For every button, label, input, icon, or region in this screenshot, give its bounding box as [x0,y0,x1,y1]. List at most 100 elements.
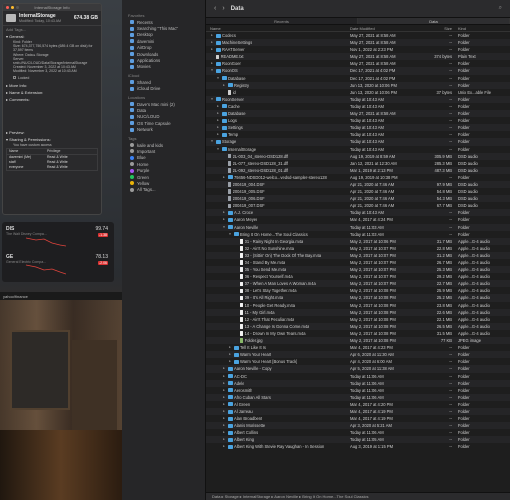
disclosure-triangle-icon[interactable]: ▸ [210,60,214,67]
file-row[interactable]: ▸ AC-DC Today at 11:06 AM -- Folder [206,373,510,380]
disclosure-triangle-icon[interactable]: ▸ [216,103,220,110]
forward-button[interactable]: › [222,5,224,12]
file-row[interactable]: 200419_006.DSF Apr 21, 2020 at 7:46 AM 54.… [206,195,510,203]
file-row[interactable]: 07 - When A Man Loves A Woman.m4a May 2, … [206,280,510,288]
permission-row[interactable]: everyone Read & Write [7,165,97,170]
file-row[interactable]: ▾ Bring It On Home...The Soul Classics Tod… [206,231,510,238]
preview-toggle[interactable]: ▸ Preview: [3,129,101,136]
disclosure-triangle-icon[interactable]: ▸ [222,174,226,181]
disclosure-triangle-icon[interactable]: ▾ [210,138,214,145]
file-row[interactable]: Folder.jpg May 2, 2017 at 10:08 PM 77 KB JP… [206,337,510,345]
close-window-button[interactable] [6,6,9,9]
stocks-widget[interactable]: DIS The Walt Disney Compa... 99.74 -1.38… [2,222,114,282]
minimize-window-button[interactable] [11,6,14,9]
disclosure-triangle-icon[interactable]: ▾ [216,146,220,153]
file-row[interactable]: 200419_004.DSF Apr 21, 2020 at 7:46 AM 97.… [206,180,510,189]
disclosure-triangle-icon[interactable]: ▸ [222,216,226,223]
file-row[interactable]: ▸ Aaron Neville - Copy Apr 5, 2020 at 11:3… [206,365,510,373]
file-row[interactable]: ▸ Database May 27, 2021 at 8:58 AM -- Folder [206,110,510,118]
file-row[interactable]: ▸ Settings Today at 10:43 AM -- Folder [206,124,510,132]
disclosure-triangle-icon[interactable]: ▸ [222,408,226,415]
sidebar-item[interactable]: All Tags... [122,187,205,193]
disclosure-triangle-icon[interactable]: ▾ [210,96,214,103]
disclosure-triangle-icon[interactable]: ▸ [222,436,226,443]
column-kind[interactable]: Kind [456,25,510,31]
tab-recents[interactable]: Recents [206,18,358,24]
file-row[interactable]: 02 - Ain't No Sunshine.m4a May 2, 2017 at… [206,245,510,252]
disclosure-triangle-icon[interactable]: ▸ [222,443,226,450]
file-row[interactable]: ▾ Storage Today at 10:43 AM -- Folder [206,138,510,146]
file-row[interactable]: ▸ Cache Today at 10:43 AM -- Folder [206,103,510,110]
file-row[interactable]: 12 - Ain't That Peculiar.m4a May 2, 2017 … [206,316,510,323]
file-row[interactable]: 2L-092_stereo-DSD128_01.dff Mar 1, 2019 a… [206,166,510,174]
file-row[interactable]: 04 - Stand By Me.m4a May 2, 2017 at 10:07… [206,259,510,266]
file-row[interactable]: ▸ Logs Today at 10:43 AM -- Folder [206,117,510,124]
file-row[interactable]: ▸ Codecs May 27, 2021 at 8:58 AM -- Folder [206,32,510,39]
file-row[interactable]: 03 - (Sittin' On) The Dock Of The Bay.m4… [206,251,510,259]
file-row[interactable]: ▸ Temp Today at 10:43 AM -- Folder [206,131,510,138]
file-row[interactable]: ▸ Warm Your Heart [Bonus Track] Apr 4, 202… [206,358,510,365]
disclosure-triangle-icon[interactable]: ▸ [210,39,214,46]
file-row[interactable]: ▾ Database Dec 17, 2021 at 4:02 PM -- Folder [206,75,510,82]
column-date-modified[interactable]: Date Modified [350,25,420,31]
disclosure-triangle-icon[interactable]: ▾ [222,224,226,231]
file-row[interactable]: ▸ A.J. Croce Today at 10:43 AM -- Folder [206,209,510,217]
sidebar-item[interactable]: Network [122,126,205,132]
disclosure-triangle-icon[interactable]: ▸ [222,82,226,89]
file-row[interactable]: ▸ RAATServer Nov 1, 2022 at 2:23 PM -- Folde… [206,46,510,53]
comments-toggle[interactable]: ▸ Comments: [3,96,101,103]
permission-privilege[interactable]: Read & Write [47,165,95,170]
file-row[interactable]: ▸ Alanis Morissette Apr 3, 2020 at 5:21 AM… [206,422,510,430]
disclosure-triangle-icon[interactable]: ▸ [216,131,220,138]
locked-checkbox-box[interactable] [13,76,16,80]
file-row[interactable]: id Jun 13, 2020 at 10:06 PM 37 bytes Unix E… [206,89,510,96]
disclosure-triangle-icon[interactable]: ▸ [222,373,226,380]
file-row[interactable]: ▸ 79456-NDSD012-welco...vedsd-sampler-ste… [206,174,510,181]
file-row[interactable]: 14 - Drown In My Own Tears.m4a May 2, 201… [206,330,510,337]
file-row[interactable]: ▾ Aaron Neville Today at 11:03 AM -- Folder [206,223,510,231]
back-button[interactable]: ‹ [214,5,216,12]
file-row[interactable]: ▸ Warm Your Heart Apr 6, 2020 at 11:30 AM -… [206,351,510,359]
file-row[interactable]: 200419_007.DSF Apr 21, 2020 at 7:46 AM 67.… [206,202,510,209]
column-size[interactable]: Size [420,25,456,31]
disclosure-triangle-icon[interactable]: ▾ [228,231,232,238]
file-row[interactable]: ▸ Al Jarreau Mar 4, 2017 at 4:19 PM -- Folde… [206,407,510,416]
search-icon[interactable]: ⌕ [499,5,502,12]
more-info-toggle[interactable]: ▸ More Info: [3,82,101,89]
disclosure-triangle-icon[interactable]: ▸ [216,117,220,124]
sidebar-item[interactable]: Movies [122,64,205,70]
disclosure-triangle-icon[interactable]: ▸ [228,344,232,351]
file-row[interactable]: 11 - My Girl.m4a May 2, 2017 at 10:08 PM 2… [206,308,510,316]
disclosure-triangle-icon[interactable]: ▸ [210,32,214,39]
disclosure-triangle-icon[interactable]: ▸ [216,110,220,117]
file-row[interactable]: ▸ Tell It Like It Is Mar 4, 2017 at 4:23 P… [206,344,510,351]
disclosure-triangle-icon[interactable]: ▸ [222,422,226,429]
file-row[interactable]: ▸ Registry Jun 13, 2020 at 10:06 PM -- Folde… [206,81,510,89]
locked-checkbox[interactable]: Locked [3,76,101,80]
disclosure-triangle-icon[interactable]: ▸ [222,394,226,401]
file-row[interactable]: ▸ Albert Collins Today at 11:06 AM -- Folder [206,429,510,436]
file-row[interactable]: ▸ Aerosmith Today at 11:06 AM -- Folder [206,387,510,394]
file-row[interactable]: ▸ Adele Today at 11:06 AM -- Folder [206,379,510,387]
disclosure-triangle-icon[interactable]: ▸ [216,124,220,131]
disclosure-triangle-icon[interactable]: ▸ [222,365,226,372]
file-row[interactable]: 10 - People Get Ready.m4a May 2, 2017 at … [206,302,510,309]
tab-data[interactable]: Data [358,18,510,24]
disclosure-triangle-icon[interactable]: ▾ [216,75,220,82]
file-row[interactable]: 06 - Respect Yourself.m4a May 2, 2017 at … [206,273,510,280]
file-row[interactable]: 05 - You Send Me.m4a May 2, 2017 at 10:07… [206,266,510,274]
disclosure-triangle-icon[interactable]: ▸ [222,209,226,216]
file-row[interactable]: 2L-077_stereo-DSD128_31.dff Jan 12, 2021 … [206,160,510,167]
file-row[interactable]: 08 - Let's Stay Together.m4a May 2, 2017 … [206,287,510,294]
file-row[interactable]: 13 - A Change Is Gonna Come.m4a May 2, 20… [206,322,510,330]
sharing-toggle[interactable]: ▾ Sharing & Permissions: [3,136,101,143]
disclosure-triangle-icon[interactable]: ▸ [222,415,226,422]
general-section-toggle[interactable]: ▾ General: [3,33,101,40]
disclosure-triangle-icon[interactable]: ▸ [228,358,232,365]
file-row[interactable]: ▸ Albert King Today at 11:05 AM -- Folder [206,436,510,444]
zoom-window-button[interactable] [16,6,19,9]
file-row[interactable]: 09 - It's All Right.m4a May 2, 2017 at 10… [206,294,510,302]
sidebar-item[interactable]: iCloud Drive [122,86,205,92]
file-row[interactable]: ▾ RoonOS Dec 17, 2021 at 4:02 PM -- Folder [206,67,510,75]
file-row[interactable]: ▸ Alan Broadbent Mar 4, 2017 at 4:19 PM -- F… [206,415,510,422]
